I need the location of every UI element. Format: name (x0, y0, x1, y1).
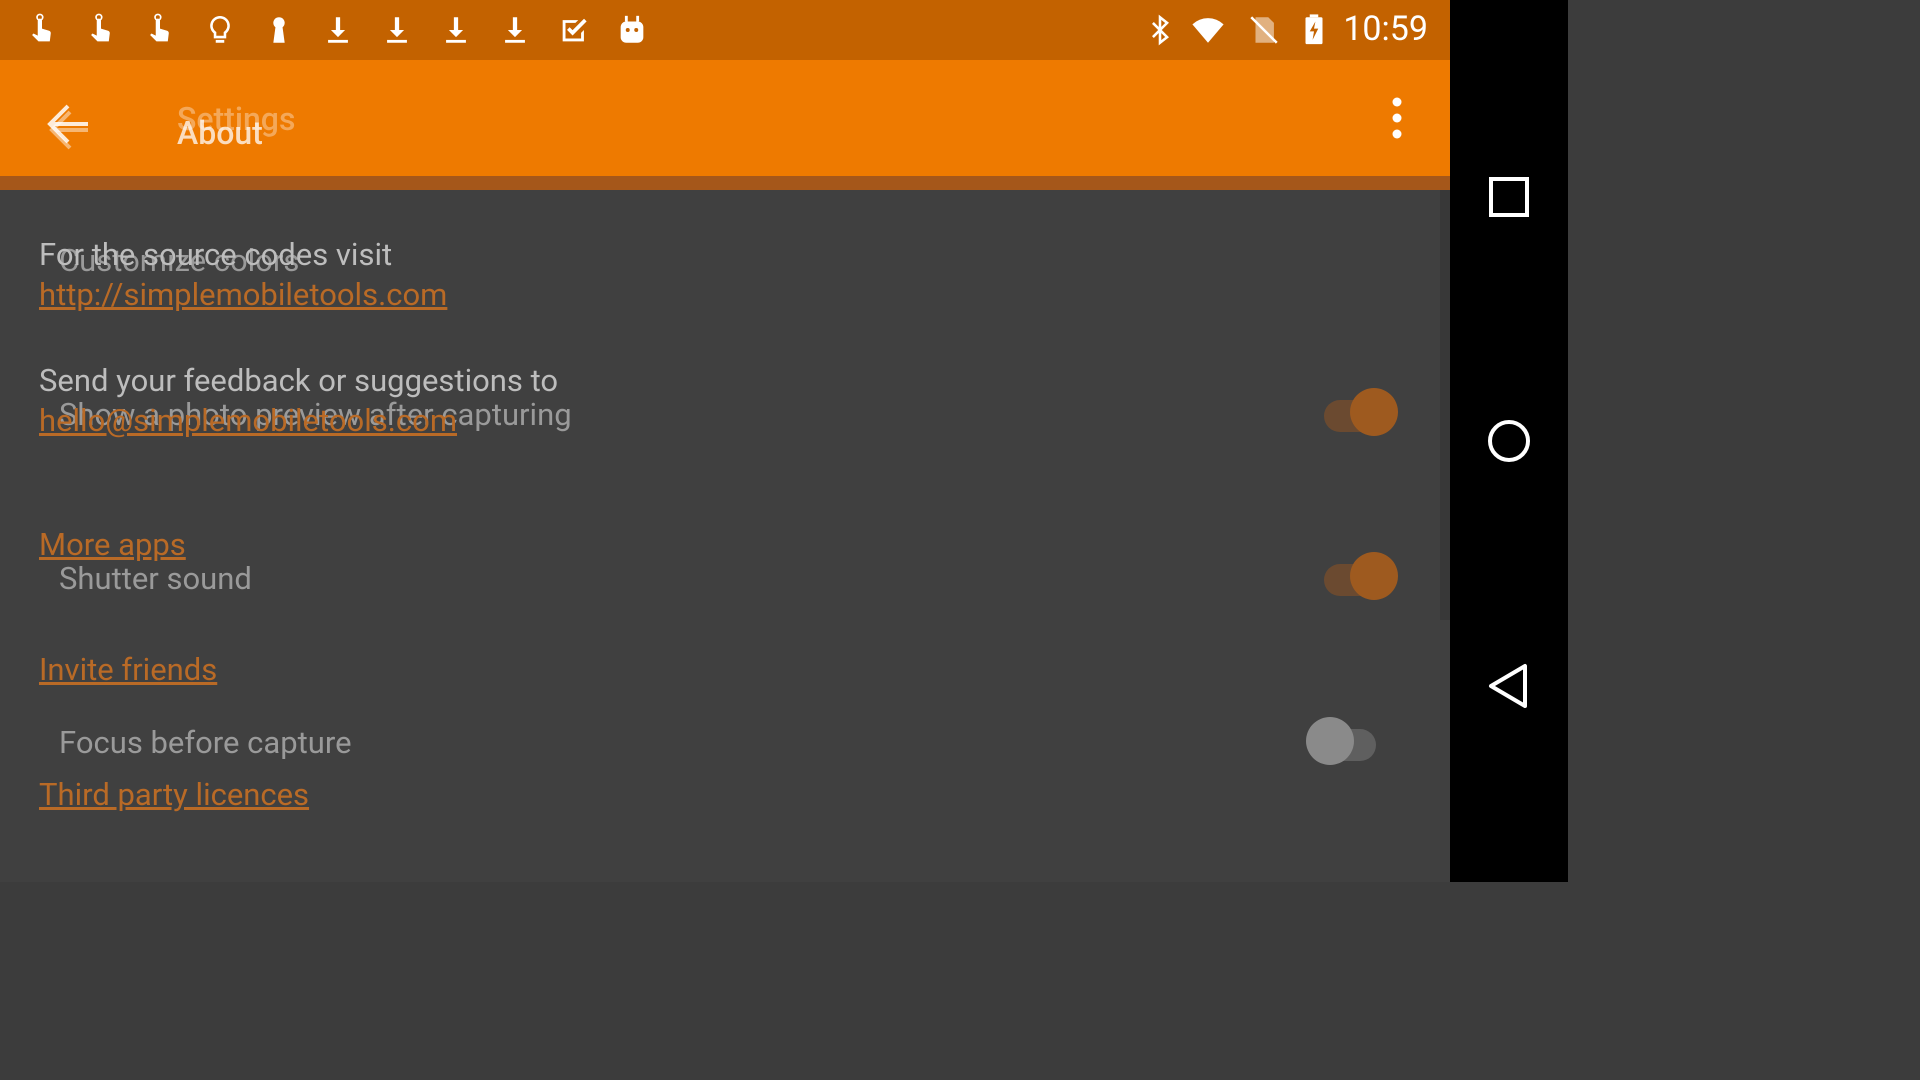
status-bar: 10:59 (0, 0, 1450, 60)
navigation-bar (1450, 0, 1568, 882)
third-party-licences-link[interactable]: Third party licences (39, 776, 309, 813)
download-icon (497, 10, 533, 50)
shutter-sound-label: Shutter sound (59, 560, 252, 597)
back-button[interactable] (44, 98, 94, 156)
triangle-back-icon (1489, 664, 1527, 708)
content-area: Customize colors Show a photo preview af… (0, 190, 1450, 882)
toolbar: Settings About (0, 60, 1450, 176)
download-icon (438, 10, 474, 50)
wifi-icon (1190, 10, 1226, 50)
square-icon (1489, 177, 1529, 217)
focus-before-capture-switch[interactable] (1306, 717, 1396, 767)
more-vert-icon (1392, 97, 1402, 139)
download-icon (379, 10, 415, 50)
touch-icon (142, 10, 178, 50)
clock: 10:59 (1343, 9, 1428, 49)
download-icon (320, 10, 356, 50)
recents-button[interactable] (1484, 172, 1534, 222)
source-codes-text: For the source codes visit (39, 236, 393, 273)
android-icon (614, 10, 650, 50)
shutter-sound-switch[interactable] (1318, 552, 1408, 602)
source-codes-link[interactable]: http://simplemobiletools.com (39, 276, 447, 313)
more-apps-link[interactable]: More apps (39, 526, 186, 563)
checkbox-icon (556, 10, 592, 50)
lightbulb-icon (202, 10, 238, 50)
arrow-back-icon (47, 104, 88, 150)
focus-before-capture-label: Focus before capture (59, 724, 352, 761)
feedback-text: Send your feedback or suggestions to (39, 362, 559, 399)
toolbar-shadow (0, 176, 1450, 190)
scroll-edge (1440, 190, 1450, 620)
home-button[interactable] (1484, 416, 1534, 466)
touch-icon (24, 10, 60, 50)
no-sim-icon (1246, 10, 1282, 50)
circle-icon (1488, 420, 1530, 462)
overflow-menu-button[interactable] (1382, 96, 1412, 140)
touch-icon (83, 10, 119, 50)
feedback-email-link[interactable]: hello@simplemobiletools.com (39, 402, 457, 439)
page-title-about: About (177, 114, 263, 152)
keyhole-icon (261, 10, 297, 50)
bluetooth-icon (1142, 10, 1178, 50)
invite-friends-link[interactable]: Invite friends (39, 651, 217, 688)
nav-back-button[interactable] (1484, 661, 1534, 711)
photo-preview-switch[interactable] (1318, 388, 1408, 438)
battery-charging-icon (1296, 10, 1332, 50)
